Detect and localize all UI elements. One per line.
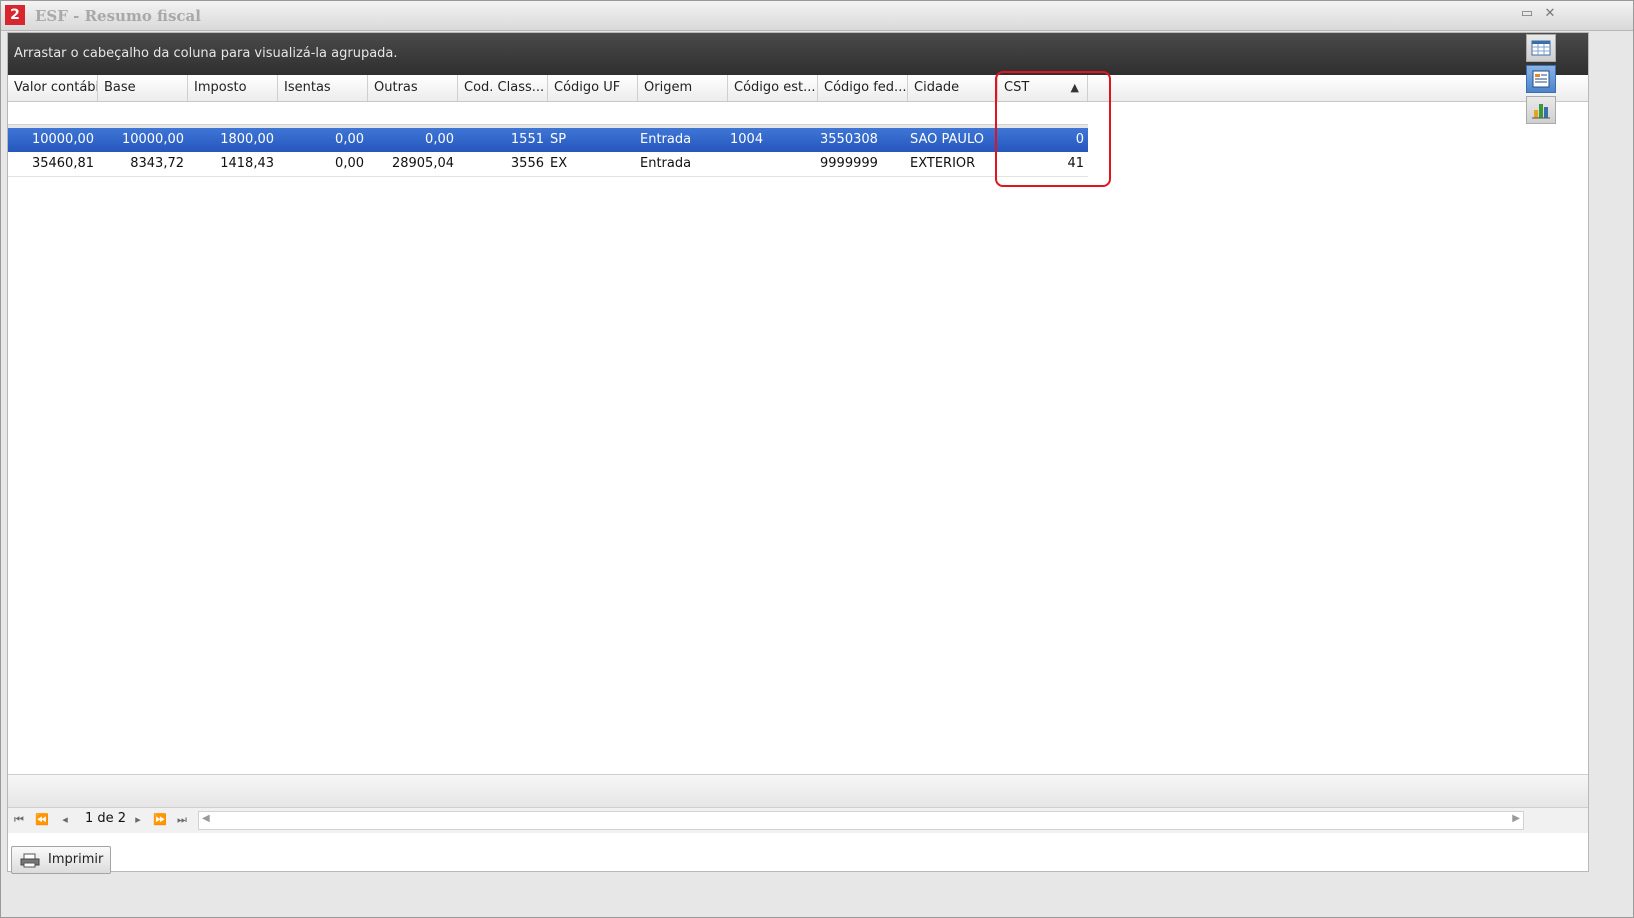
cell-codigo-federal: 9999999 (820, 156, 878, 171)
cell-outras: 0,00 (425, 132, 454, 147)
cell-origem: Entrada (640, 156, 692, 171)
grid-view-icon[interactable] (1526, 34, 1556, 62)
next-record-icon[interactable]: ▸ (129, 812, 147, 828)
scroll-left-icon[interactable]: ◀ (202, 813, 210, 824)
column-header-codigo-federal[interactable]: Código fed... (818, 75, 908, 101)
column-header-valor-contabil[interactable]: Valor contábil (8, 75, 98, 101)
cell-codigo-estadual: 1004 (730, 132, 764, 147)
cell-cidade: SAO PAULO (910, 132, 984, 147)
column-header-cod-class[interactable]: Cod. Class... (458, 75, 548, 101)
cell-cidade: EXTERIOR (910, 156, 976, 171)
restore-icon[interactable]: ▭ (1519, 6, 1535, 22)
cell-imposto: 1800,00 (220, 132, 274, 147)
previous-page-icon[interactable]: ⏪ (33, 812, 51, 828)
grid-footer (8, 774, 1588, 808)
column-header-base[interactable]: Base (98, 75, 188, 101)
next-page-icon[interactable]: ⏩ (151, 812, 169, 828)
grid-body: 10000,00 10000,00 1800,00 0,00 0,00 1551… (8, 102, 1588, 772)
cell-outras: 28905,04 (391, 156, 454, 171)
cell-origem: Entrada (640, 132, 692, 147)
view-toolbar (1524, 32, 1558, 127)
page-indicator: 1 de 2 (85, 811, 127, 826)
column-header-imposto[interactable]: Imposto (188, 75, 278, 101)
print-icon (20, 853, 40, 868)
column-header-isentas[interactable]: Isentas (278, 75, 368, 101)
grid-panel: Arrastar o cabeçalho da coluna para visu… (7, 32, 1589, 872)
cell-codigo-federal: 3550308 (820, 132, 878, 147)
cell-imposto: 1418,43 (220, 156, 274, 171)
column-header-outras[interactable]: Outras (368, 75, 458, 101)
cell-isentas: 0,00 (335, 156, 364, 171)
cell-valor-contabil: 35460,81 (31, 156, 94, 171)
report-view-icon[interactable] (1526, 65, 1556, 93)
cell-codigo-uf: SP (550, 132, 567, 147)
column-header-codigo-estadual[interactable]: Código est... (728, 75, 818, 101)
scroll-right-icon[interactable]: ▶ (1512, 813, 1520, 824)
app-logo-icon: 2 (5, 5, 25, 25)
column-header-cidade[interactable]: Cidade (908, 75, 998, 101)
previous-record-icon[interactable]: ◂ (56, 812, 74, 828)
column-header-origem[interactable]: Origem (638, 75, 728, 101)
cell-valor-contabil: 10000,00 (31, 132, 94, 147)
record-navigator: ⏮ ⏪ ◂ 1 de 2 ▸ ⏩ ⏭ ◀ ▶ (8, 808, 1588, 833)
last-record-icon[interactable]: ⏭ (173, 812, 191, 828)
table-row[interactable]: 35460,81 8343,72 1418,43 0,00 28905,04 3… (8, 152, 1088, 177)
chart-view-icon[interactable] (1526, 96, 1556, 124)
cell-isentas: 0,00 (335, 132, 364, 147)
group-by-panel[interactable]: Arrastar o cabeçalho da coluna para visu… (8, 33, 1588, 75)
cst-column-highlight (995, 71, 1111, 187)
cell-base: 8343,72 (130, 156, 184, 171)
cell-codigo-uf: EX (550, 156, 568, 171)
cell-cod-class: 1551 (510, 132, 544, 147)
window-title: ESF - Resumo fiscal (35, 7, 201, 25)
print-button-label: Imprimir (48, 852, 104, 867)
cell-cod-class: 3556 (510, 156, 544, 171)
horizontal-scrollbar[interactable]: ◀ ▶ (198, 811, 1524, 830)
table-row[interactable]: 10000,00 10000,00 1800,00 0,00 0,00 1551… (8, 128, 1088, 152)
column-header-codigo-uf[interactable]: Código UF (548, 75, 638, 101)
cell-codigo-estadual (728, 152, 818, 176)
group-by-hint: Arrastar o cabeçalho da coluna para visu… (14, 46, 398, 61)
print-button[interactable]: Imprimir (11, 846, 111, 874)
title-bar: 2 ESF - Resumo fiscal ▭ ✕ (1, 1, 1633, 31)
cell-base: 10000,00 (121, 132, 184, 147)
application-window: 2 ESF - Resumo fiscal ▭ ✕ Arrastar o cab… (0, 0, 1634, 918)
first-record-icon[interactable]: ⏮ (10, 812, 28, 828)
column-header-row: Valor contábil Base Imposto Isentas Outr… (8, 75, 1588, 102)
close-icon[interactable]: ✕ (1542, 6, 1558, 22)
